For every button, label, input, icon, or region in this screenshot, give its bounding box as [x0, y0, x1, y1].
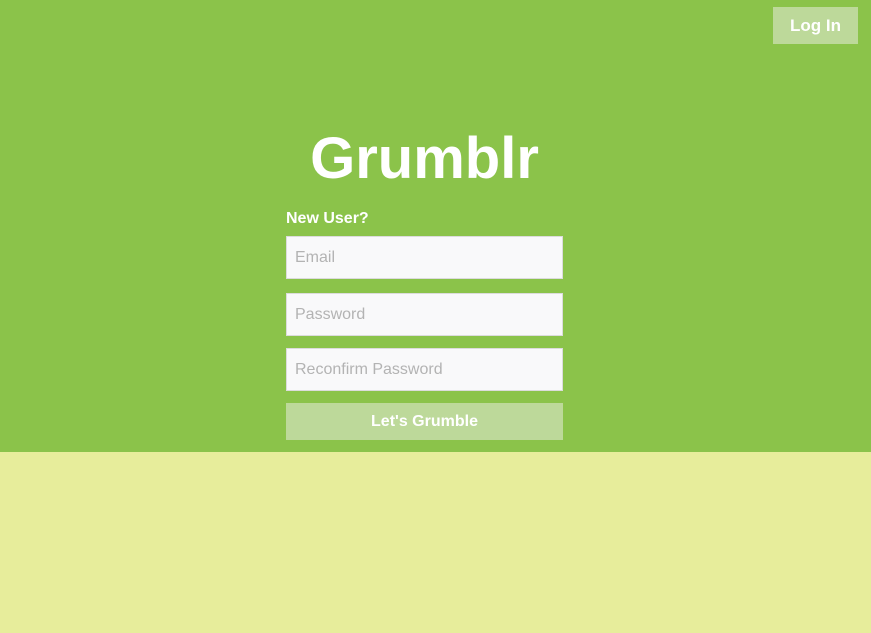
email-input[interactable]: [286, 236, 563, 279]
reconfirm-password-input[interactable]: [286, 348, 563, 391]
lets-grumble-button[interactable]: Let's Grumble: [286, 403, 563, 440]
new-user-heading: New User?: [286, 210, 369, 227]
app-title: Grumblr: [310, 126, 539, 191]
password-input[interactable]: [286, 293, 563, 336]
login-button[interactable]: Log In: [773, 7, 858, 44]
